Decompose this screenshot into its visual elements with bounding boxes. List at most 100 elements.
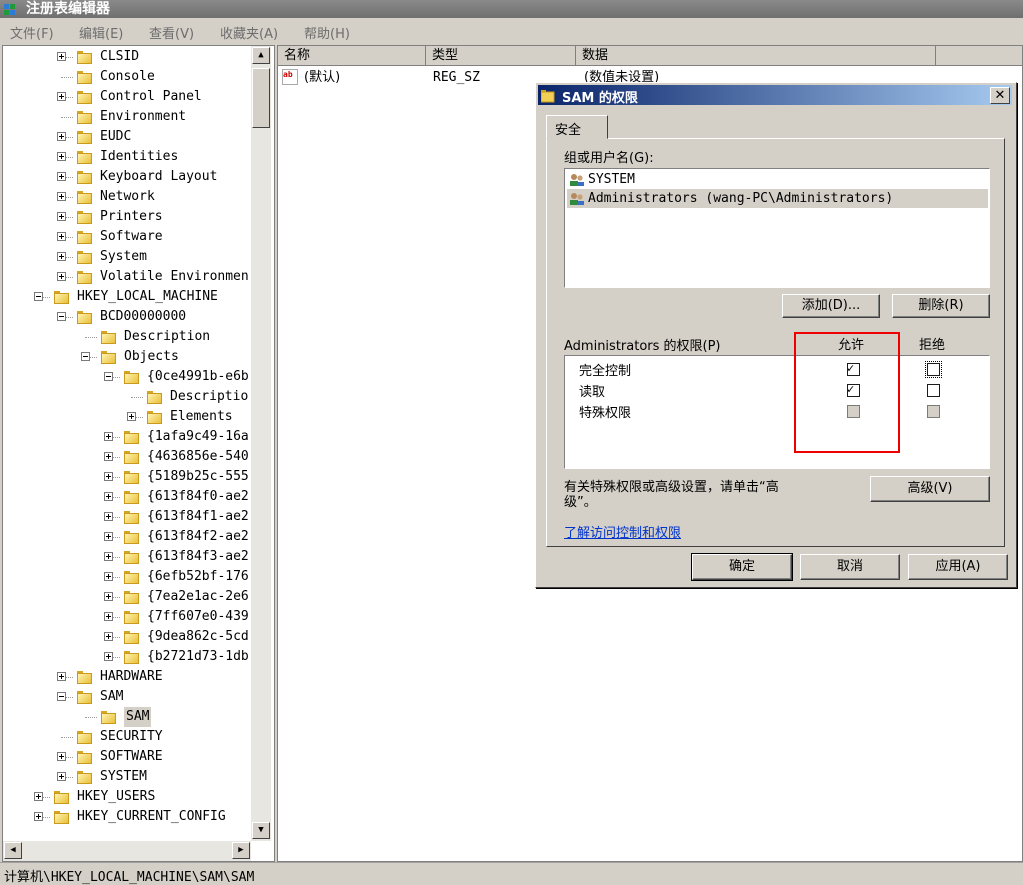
collapse-icon[interactable] xyxy=(104,372,113,381)
column-data[interactable]: 数据 xyxy=(576,46,936,66)
tree-node[interactable]: Keyboard Layout xyxy=(3,167,251,187)
tree-node-label[interactable]: Elements xyxy=(170,407,233,427)
tab-security[interactable]: 安全 xyxy=(546,115,608,139)
expand-icon[interactable] xyxy=(104,472,113,481)
menu-edit[interactable]: 编辑(E) xyxy=(79,23,123,42)
users-listbox[interactable]: SYSTEM Administrators (wang-PC\Administr… xyxy=(564,168,990,288)
tree-node[interactable]: {9dea862c-5cd xyxy=(3,627,251,647)
tree-node-label[interactable]: {613f84f2-ae2 xyxy=(147,527,249,547)
expand-icon[interactable] xyxy=(57,192,66,201)
ok-button[interactable]: 确定 xyxy=(691,553,793,581)
tree-node[interactable]: SYSTEM xyxy=(3,767,251,787)
tree-node[interactable]: Software xyxy=(3,227,251,247)
tree-node-label[interactable]: Keyboard Layout xyxy=(100,167,217,187)
expand-icon[interactable] xyxy=(57,672,66,681)
menu-favorites[interactable]: 收藏夹(A) xyxy=(220,23,278,42)
expand-icon[interactable] xyxy=(104,592,113,601)
tree-node-label[interactable]: System xyxy=(100,247,147,267)
tree-node[interactable]: System xyxy=(3,247,251,267)
expand-icon[interactable] xyxy=(104,612,113,621)
tree-node-label[interactable]: Identities xyxy=(100,147,178,167)
tree-node[interactable]: Description xyxy=(3,327,251,347)
tree-node[interactable]: {613f84f1-ae2 xyxy=(3,507,251,527)
tree-node[interactable]: Environment xyxy=(3,107,251,127)
access-control-help-link[interactable]: 了解访问控制和权限 xyxy=(564,522,681,541)
tree-node-label[interactable]: {613f84f0-ae2 xyxy=(147,487,249,507)
tree-node[interactable]: Volatile Environmen xyxy=(3,267,251,287)
menu-file[interactable]: 文件(F) xyxy=(10,23,54,42)
tree-horizontal-scrollbar[interactable]: ◀ ▶ xyxy=(3,841,251,861)
tree-node-label[interactable]: {1afa9c49-16a xyxy=(147,427,249,447)
expand-icon[interactable] xyxy=(57,152,66,161)
expand-icon[interactable] xyxy=(104,652,113,661)
tree-node[interactable]: {4636856e-540 xyxy=(3,447,251,467)
expand-icon[interactable] xyxy=(34,792,43,801)
tree-node-label[interactable]: SYSTEM xyxy=(100,767,147,787)
tree-node-label[interactable]: Software xyxy=(100,227,163,247)
tree-node[interactable]: {0ce4991b-e6b xyxy=(3,367,251,387)
tree-node-label[interactable]: HKEY_LOCAL_MACHINE xyxy=(77,287,218,307)
tree-node[interactable]: {5189b25c-555 xyxy=(3,467,251,487)
tree-node-label[interactable]: {613f84f3-ae2 xyxy=(147,547,249,567)
expand-icon[interactable] xyxy=(34,812,43,821)
expand-icon[interactable] xyxy=(57,272,66,281)
expand-icon[interactable] xyxy=(57,772,66,781)
expand-icon[interactable] xyxy=(104,572,113,581)
tree-node[interactable]: Objects xyxy=(3,347,251,367)
expand-icon[interactable] xyxy=(57,752,66,761)
tree-node-label[interactable]: {4636856e-540 xyxy=(147,447,249,467)
expand-icon[interactable] xyxy=(57,212,66,221)
tree-node[interactable]: CLSID xyxy=(3,47,251,67)
menu-view[interactable]: 查看(V) xyxy=(149,23,194,42)
tree-node-label[interactable]: {7ff607e0-439 xyxy=(147,607,249,627)
tree-node-label[interactable]: {b2721d73-1db xyxy=(147,647,249,667)
tree-node[interactable]: HKEY_USERS xyxy=(3,787,251,807)
tree-node[interactable]: SAM xyxy=(3,687,251,707)
collapse-icon[interactable] xyxy=(34,292,43,301)
tree-node[interactable]: EUDC xyxy=(3,127,251,147)
tree-node[interactable]: {1afa9c49-16a xyxy=(3,427,251,447)
user-item-system[interactable]: SYSTEM xyxy=(567,170,988,189)
tree-node[interactable]: {7ea2e1ac-2e6 xyxy=(3,587,251,607)
tree-node-label[interactable]: SECURITY xyxy=(100,727,163,747)
user-item-administrators[interactable]: Administrators (wang-PC\Administrators) xyxy=(567,189,988,208)
tree-node[interactable]: {b2721d73-1db xyxy=(3,647,251,667)
tree-node-label[interactable]: Objects xyxy=(124,347,179,367)
tree-node[interactable]: Console xyxy=(3,67,251,87)
tree-vertical-scrollbar[interactable]: ▲ ▼ xyxy=(251,46,271,841)
expand-icon[interactable] xyxy=(57,92,66,101)
tree-node[interactable]: Control Panel xyxy=(3,87,251,107)
expand-icon[interactable] xyxy=(104,432,113,441)
tree-node-label[interactable]: SAM xyxy=(100,687,123,707)
tree-node-label[interactable]: {5189b25c-555 xyxy=(147,467,249,487)
tree-node-label[interactable]: Printers xyxy=(100,207,163,227)
expand-icon[interactable] xyxy=(104,552,113,561)
expand-icon[interactable] xyxy=(57,132,66,141)
registry-tree[interactable]: CLSID Console Control Panel Environment EUDC… xyxy=(2,45,275,862)
tree-node[interactable]: {6efb52bf-176 xyxy=(3,567,251,587)
tree-node-label[interactable]: BCD00000000 xyxy=(100,307,186,327)
value-name[interactable]: (默认) xyxy=(304,69,340,87)
tree-node-label[interactable]: SAM xyxy=(124,707,152,727)
expand-icon[interactable] xyxy=(57,52,66,61)
tree-node-label[interactable]: {0ce4991b-e6b xyxy=(147,367,249,387)
tree-node[interactable]: {613f84f3-ae2 xyxy=(3,547,251,567)
tree-node[interactable]: {613f84f0-ae2 xyxy=(3,487,251,507)
tree-node[interactable]: Elements xyxy=(3,407,251,427)
expand-icon[interactable] xyxy=(127,412,136,421)
add-button[interactable]: 添加(D)... xyxy=(782,294,880,318)
tree-node-label[interactable]: HARDWARE xyxy=(100,667,163,687)
apply-button[interactable]: 应用(A) xyxy=(908,554,1008,580)
expand-icon[interactable] xyxy=(104,492,113,501)
tree-node-label[interactable]: Volatile Environmen xyxy=(100,267,249,287)
tree-node[interactable]: HARDWARE xyxy=(3,667,251,687)
tree-node-label[interactable]: {7ea2e1ac-2e6 xyxy=(147,587,249,607)
expand-icon[interactable] xyxy=(104,452,113,461)
expand-icon[interactable] xyxy=(57,232,66,241)
collapse-icon[interactable] xyxy=(57,312,66,321)
tree-node-label[interactable]: HKEY_CURRENT_CONFIG xyxy=(77,807,226,827)
deny-read-checkbox[interactable] xyxy=(927,384,940,397)
tree-node[interactable]: HKEY_CURRENT_CONFIG xyxy=(3,807,251,827)
cancel-button[interactable]: 取消 xyxy=(800,554,900,580)
tree-node-label[interactable]: HKEY_USERS xyxy=(77,787,155,807)
